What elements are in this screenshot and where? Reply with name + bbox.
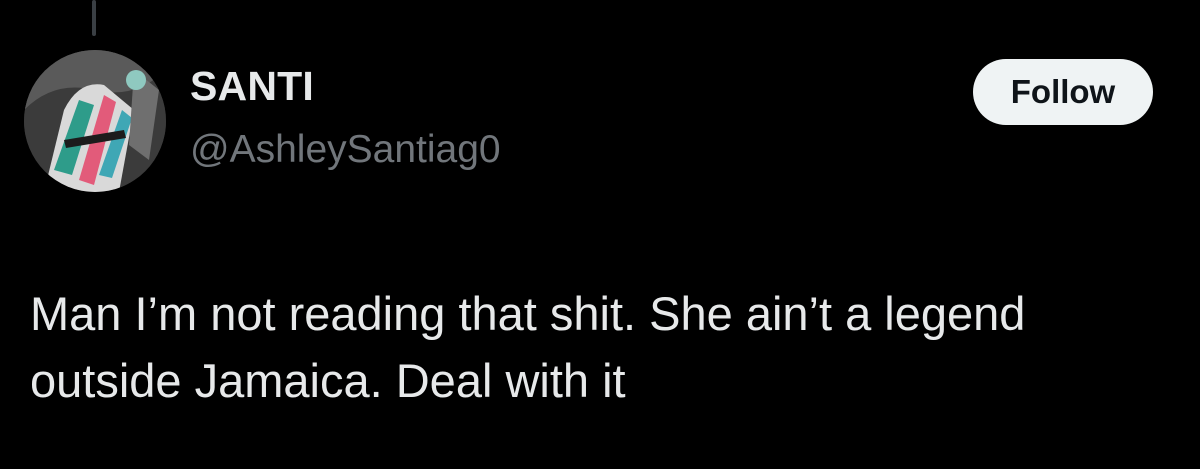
avatar-image [24, 50, 166, 192]
author-display-name[interactable]: SANTI [190, 66, 314, 107]
author-handle[interactable]: @AshleySantiag0 [190, 130, 501, 169]
tweet-text: Man I’m not reading that shit. She ain’t… [30, 280, 1180, 414]
avatar[interactable] [24, 50, 166, 192]
tweet-text-line-2: outside Jamaica. Deal with it [30, 354, 626, 407]
tweet-text-line-1: Man I’m not reading that shit. She ain’t… [30, 287, 1026, 340]
thread-connector-line [92, 0, 96, 36]
follow-button[interactable]: Follow [973, 59, 1153, 125]
